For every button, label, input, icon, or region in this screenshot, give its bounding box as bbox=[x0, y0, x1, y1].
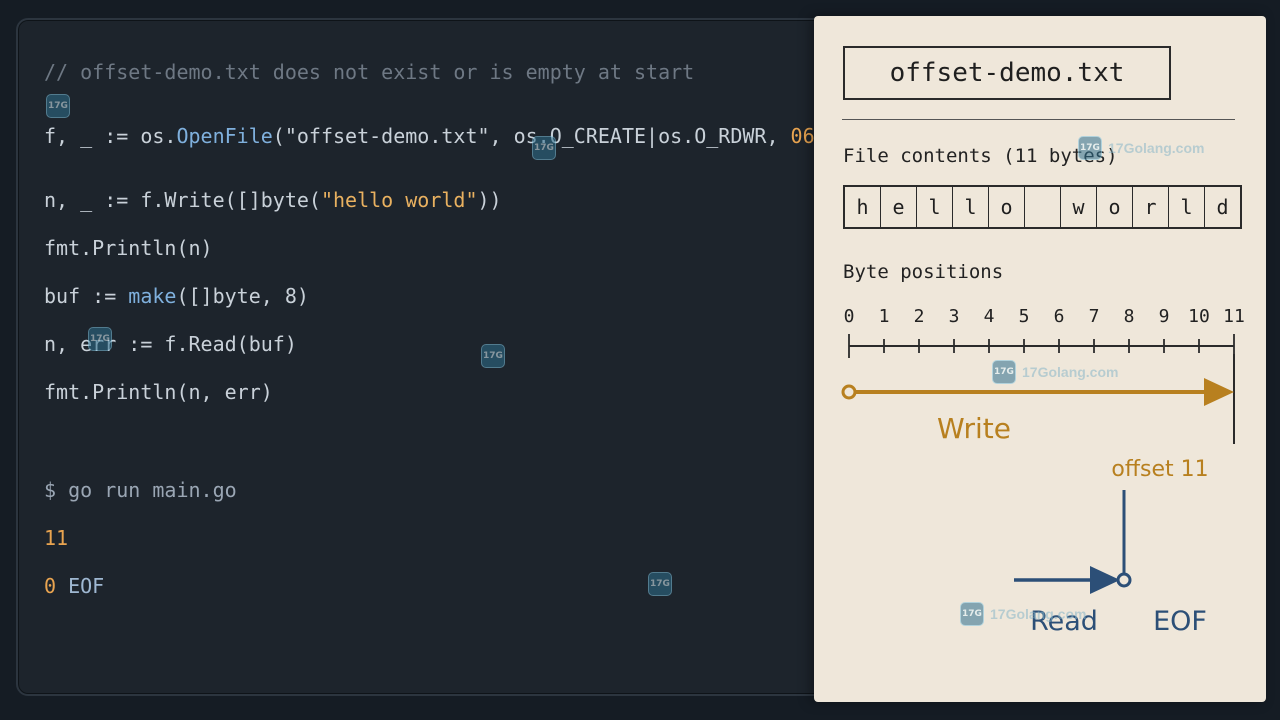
code-line-write: n, _ := f.Write([]byte("hello world")) bbox=[44, 188, 502, 212]
watermark-mark: 17G 17Golang.com bbox=[960, 602, 1086, 626]
watermark-logo-icon: 17G bbox=[481, 344, 505, 368]
position-label: 0 bbox=[844, 306, 855, 327]
watermark-mark: 17G 17Golang.com bbox=[992, 360, 1118, 384]
terminal-output-bytes-written: 11 bbox=[44, 526, 69, 550]
eof-error-value: EOF bbox=[68, 574, 105, 598]
code-token: n, _ := f.Write([]byte( bbox=[44, 188, 321, 212]
read-position-dot bbox=[1116, 572, 1132, 588]
watermark-logo-icon: 17G bbox=[992, 360, 1016, 384]
read-arrowhead bbox=[1090, 566, 1120, 594]
code-token: make bbox=[128, 284, 177, 308]
code-token: f, _ := os. bbox=[44, 124, 177, 148]
file-diagram-panel: offset-demo.txt File contents (11 bytes)… bbox=[814, 16, 1266, 702]
watermark-text: 17Golang.com bbox=[1022, 364, 1119, 380]
code-token: n, err := f.Read(buf) bbox=[44, 332, 297, 356]
position-label: 5 bbox=[1019, 306, 1030, 327]
watermark-logo-mark: 17G bbox=[46, 94, 70, 118]
code-token: "hello world" bbox=[320, 188, 478, 212]
position-label: 11 bbox=[1223, 306, 1245, 327]
code-line-read: n, err := f.Read(buf) bbox=[44, 332, 297, 356]
read-count-value: 0 bbox=[44, 574, 57, 598]
position-label: 8 bbox=[1124, 306, 1135, 327]
write-arrowhead bbox=[1204, 378, 1234, 406]
watermark-logo-mark: 17G bbox=[532, 136, 556, 160]
position-label: 2 bbox=[914, 306, 925, 327]
code-token: fmt.Println(n) bbox=[44, 236, 213, 260]
code-line-openfile: f, _ := os.OpenFile("offset-demo.txt", o… bbox=[44, 124, 851, 148]
position-label: 6 bbox=[1054, 306, 1065, 327]
terminal-command: $ go run main.go bbox=[44, 478, 237, 502]
watermark-logo-icon: 17G bbox=[88, 327, 112, 351]
code-line-println-n: fmt.Println(n) bbox=[44, 236, 213, 260]
code-editor-panel: // offset-demo.txt does not exist or is … bbox=[16, 18, 851, 696]
write-label: Write bbox=[937, 412, 1011, 445]
watermark-logo-icon: 17G bbox=[648, 572, 672, 596]
watermark-mark: 17G 17Golang.com bbox=[1078, 136, 1204, 160]
write-start-dot bbox=[841, 384, 857, 400]
offset-diagram: 0 1 2 3 4 5 6 7 8 9 10 11Writeoffset 11Read EOF bbox=[841, 306, 1245, 637]
code-token: buf := bbox=[44, 284, 129, 308]
code-token: // offset-demo.txt does not exist or is … bbox=[44, 60, 695, 84]
watermark-logo-icon: 17G bbox=[1078, 136, 1102, 160]
code-token: )) bbox=[477, 188, 502, 212]
position-label: 9 bbox=[1159, 306, 1170, 327]
code-line-println-err: fmt.Println(n, err) bbox=[44, 380, 273, 404]
code-line-comment: // offset-demo.txt does not exist or is … bbox=[44, 60, 694, 84]
watermark-text: 17Golang.com bbox=[1108, 140, 1205, 156]
terminal-output-read-result: 0 EOF bbox=[44, 574, 104, 598]
position-label: 10 bbox=[1188, 306, 1210, 327]
position-label: 3 bbox=[949, 306, 960, 327]
position-label: 4 bbox=[984, 306, 995, 327]
code-token: fmt.Println(n, err) bbox=[44, 380, 273, 404]
eof-label: EOF bbox=[1153, 606, 1207, 637]
watermark-logo-mark: 17G bbox=[481, 344, 505, 368]
watermark-logo-mark: 17G bbox=[88, 327, 112, 351]
watermark-logo-icon: 17G bbox=[46, 94, 70, 118]
watermark-logo-icon: 17G bbox=[532, 136, 556, 160]
position-label: 7 bbox=[1089, 306, 1100, 327]
watermark-logo-icon: 17G bbox=[960, 602, 984, 626]
code-line-make-buf: buf := make([]byte, 8) bbox=[44, 284, 309, 308]
watermark-logo-mark: 17G bbox=[648, 572, 672, 596]
watermark-text: 17Golang.com bbox=[990, 606, 1087, 622]
code-token: OpenFile bbox=[176, 124, 273, 148]
code-token: ([]byte, 8) bbox=[176, 284, 309, 308]
position-label: 1 bbox=[879, 306, 890, 327]
offset-label: offset 11 bbox=[1111, 457, 1208, 482]
